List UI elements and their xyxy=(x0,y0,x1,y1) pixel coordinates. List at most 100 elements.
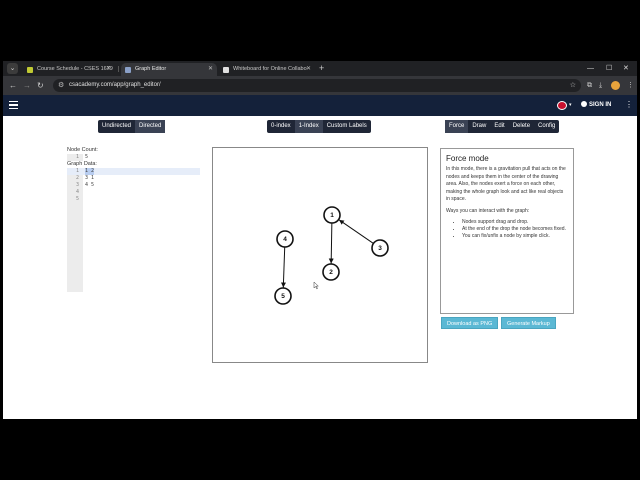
graph-type-toggle: Undirected Directed xyxy=(98,120,166,133)
graph-svg[interactable]: 1 2 3 4 5 xyxy=(213,148,427,362)
new-tab-button[interactable]: + xyxy=(319,63,324,74)
close-tab-icon[interactable]: ✕ xyxy=(106,63,111,76)
tab-whiteboard[interactable]: Whiteboard for Online Collabo ✕ xyxy=(219,63,315,76)
line-number: 3 xyxy=(75,182,79,188)
url-text: csacademy.com/app/graph_editor/ xyxy=(69,82,161,88)
code-line: 4 xyxy=(67,189,200,196)
help-tip: Nodes support drag and drop. xyxy=(462,219,568,226)
help-description: In this mode, there is a gravitation pul… xyxy=(446,166,566,202)
forward-arrow-icon[interactable]: → xyxy=(23,80,31,91)
url-input[interactable]: ⚙ csacademy.com/app/graph_editor/ ☆ xyxy=(53,79,581,92)
indexing-toggle: 0-index 1-Index Custom Labels xyxy=(267,120,371,133)
graph-edge-3-1 xyxy=(338,219,374,244)
reload-icon[interactable]: ↻ xyxy=(37,80,44,91)
tab-graph-editor[interactable]: Graph Editor ✕ xyxy=(121,63,217,76)
force-mode-button[interactable]: Force xyxy=(445,120,469,133)
node-count-label: Node Count: xyxy=(67,147,98,153)
tab-title: Course Schedule - CSES 1679 xyxy=(37,66,113,72)
tab-search-icon[interactable]: ⌄ xyxy=(7,63,18,74)
tab-title: Whiteboard for Online Collabo xyxy=(233,66,307,72)
one-index-button[interactable]: 1-Index xyxy=(294,120,323,133)
chevron-down-icon[interactable]: ▾ xyxy=(569,100,572,110)
node-label: 4 xyxy=(283,236,287,243)
user-icon xyxy=(581,101,587,107)
back-arrow-icon[interactable]: ← xyxy=(9,80,17,91)
graph-node-3[interactable]: 3 xyxy=(371,239,389,257)
undirected-button[interactable]: Undirected xyxy=(98,120,135,133)
minimize-icon[interactable]: — xyxy=(587,62,594,75)
favicon-icon xyxy=(223,66,229,73)
zero-index-button[interactable]: 0-index xyxy=(267,120,295,133)
node-label: 2 xyxy=(329,269,333,276)
help-title: Force mode xyxy=(446,154,489,163)
code-text: 4 5 xyxy=(85,182,95,188)
mouse-cursor-icon xyxy=(313,281,319,290)
graph-canvas[interactable]: 1 2 3 4 5 xyxy=(212,147,428,363)
node-label: 3 xyxy=(378,245,382,252)
graph-edge-1-2 xyxy=(328,222,334,264)
site-header: ▾ SIGN IN ⋮ xyxy=(3,95,637,116)
close-tab-icon[interactable]: ✕ xyxy=(306,63,311,76)
tab-divider xyxy=(118,66,119,72)
download-png-button[interactable]: Download as PNG xyxy=(441,317,499,329)
node-label: 1 xyxy=(330,212,334,219)
code-text: 1 2 xyxy=(85,168,95,175)
help-tip: At the end of the drop the node becomes … xyxy=(462,226,568,233)
tab-course-schedule[interactable]: Course Schedule - CSES 1679 ✕ xyxy=(23,63,115,76)
help-panel: Force mode In this mode, there is a grav… xyxy=(440,148,574,314)
line-number: 1 xyxy=(75,168,79,174)
code-line: 3 4 5 xyxy=(67,182,200,189)
graph-node-4[interactable]: 4 xyxy=(276,230,294,248)
tab-strip: ⌄ Course Schedule - CSES 1679 ✕ Graph Ed… xyxy=(3,61,637,76)
close-window-icon[interactable]: ✕ xyxy=(623,62,629,75)
language-flag-icon[interactable] xyxy=(557,101,567,110)
graph-edge-4-5 xyxy=(280,246,286,288)
line-number: 1 xyxy=(75,154,79,160)
edit-mode-button[interactable]: Edit xyxy=(490,120,508,133)
graph-data-label: Graph Data: xyxy=(67,161,97,167)
code-line: 1 5 xyxy=(67,154,200,161)
code-line: 5 xyxy=(67,196,200,203)
node-count-input[interactable]: 1 5 xyxy=(67,154,200,161)
screen: ⌄ Course Schedule - CSES 1679 ✕ Graph Ed… xyxy=(0,0,640,480)
draw-mode-button[interactable]: Draw xyxy=(468,120,490,133)
delete-mode-button[interactable]: Delete xyxy=(509,120,534,133)
graph-node-2[interactable]: 2 xyxy=(322,263,340,281)
graph-editor-content: Undirected Directed 0-index 1-Index Cust… xyxy=(3,116,637,419)
code-line: 2 3 1 xyxy=(67,175,200,182)
sign-in-label: SIGN IN xyxy=(589,102,612,108)
line-number: 5 xyxy=(75,196,79,202)
directed-button[interactable]: Directed xyxy=(135,120,166,133)
config-mode-button[interactable]: Config xyxy=(534,120,559,133)
maximize-icon[interactable]: ☐ xyxy=(606,62,612,75)
profile-avatar-icon[interactable] xyxy=(611,81,620,90)
bookmark-star-icon[interactable]: ☆ xyxy=(570,79,576,92)
hamburger-menu-icon[interactable] xyxy=(9,101,18,109)
help-tips-list: Nodes support drag and drop. At the end … xyxy=(462,219,568,240)
node-label: 5 xyxy=(281,293,285,300)
editor-mode-toggle: Force Draw Edit Delete Config xyxy=(445,120,560,133)
help-tip: You can fix/unfix a node by simple click… xyxy=(462,233,568,240)
close-tab-icon[interactable]: ✕ xyxy=(208,63,213,76)
sign-in-button[interactable]: SIGN IN xyxy=(581,100,611,110)
code-line: 1 1 2 xyxy=(67,168,200,175)
generate-markup-button[interactable]: Generate Markup xyxy=(501,317,556,329)
line-number: 2 xyxy=(75,175,79,181)
extensions-icon[interactable]: ⧉ xyxy=(587,80,592,91)
site-info-icon[interactable]: ⚙ xyxy=(58,80,64,91)
node-count-value: 5 xyxy=(85,154,89,160)
graph-node-1[interactable]: 1 xyxy=(323,206,341,224)
browser-menu-icon[interactable]: ⋮ xyxy=(627,80,634,91)
favicon-icon xyxy=(125,66,131,73)
custom-labels-button[interactable]: Custom Labels xyxy=(323,120,371,133)
tab-title: Graph Editor xyxy=(135,66,167,72)
help-ways-intro: Ways you can interact with the graph: xyxy=(446,207,530,214)
more-options-icon[interactable]: ⋮ xyxy=(625,100,633,110)
download-icon[interactable]: ⤓ xyxy=(599,80,602,91)
graph-node-5[interactable]: 5 xyxy=(274,287,292,305)
line-number: 4 xyxy=(75,189,79,195)
graph-data-input[interactable]: 1 1 2 2 3 1 3 4 5 4 5 xyxy=(67,168,200,292)
code-text: 3 1 xyxy=(85,175,95,181)
address-bar: ← → ↻ ⚙ csacademy.com/app/graph_editor/ … xyxy=(3,76,637,95)
browser-window: ⌄ Course Schedule - CSES 1679 ✕ Graph Ed… xyxy=(3,61,637,419)
